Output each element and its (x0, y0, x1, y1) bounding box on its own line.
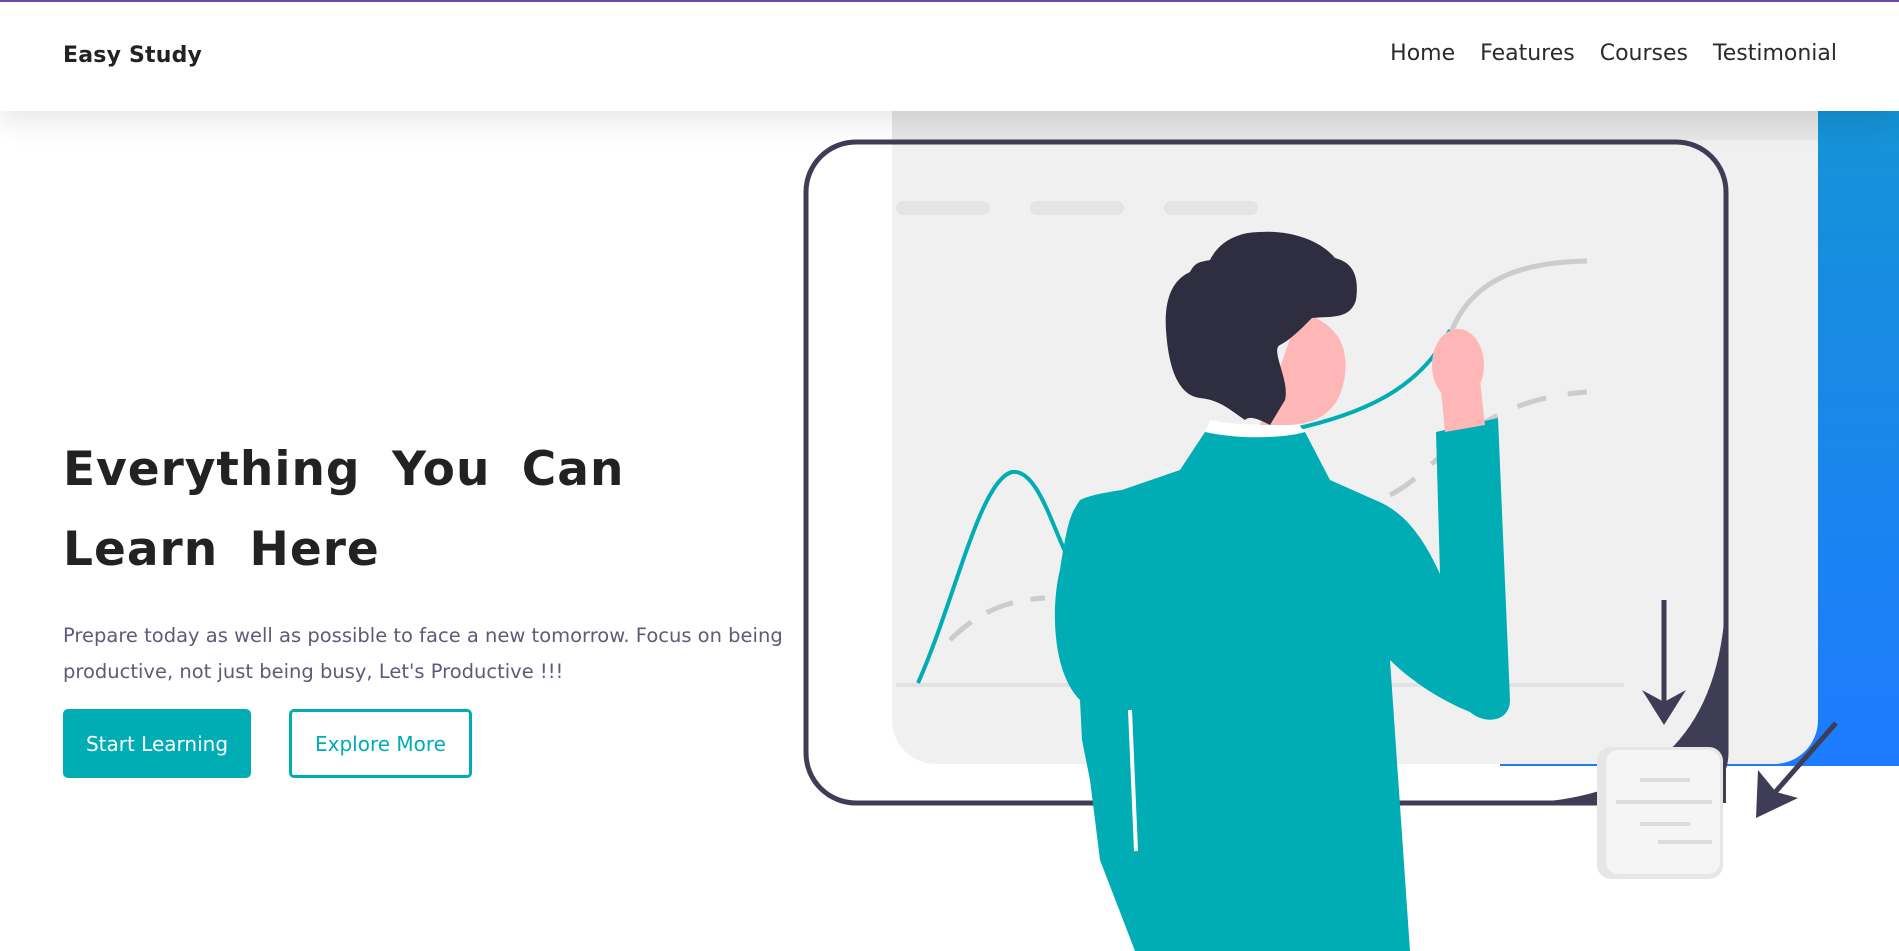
start-learning-button[interactable]: Start Learning (63, 709, 251, 778)
hero-section: Everything You Can Learn Here Prepare to… (63, 430, 823, 690)
hero-buttons: Start Learning Explore More (63, 709, 472, 778)
person-wrist (1440, 380, 1485, 432)
landing-page: Easy Study Home Features Courses Testimo… (0, 0, 1899, 951)
person-body (1054, 418, 1510, 951)
nav-link-features[interactable]: Features (1480, 41, 1575, 66)
main-nav: Home Features Courses Testimonial (1390, 41, 1837, 66)
hero-description: Prepare today as well as possible to fac… (63, 624, 783, 683)
placeholder-pill-1 (896, 201, 990, 215)
nav-link-testimonial[interactable]: Testimonial (1713, 41, 1837, 66)
nav-link-home[interactable]: Home (1390, 41, 1455, 66)
placeholder-pill-3 (1164, 201, 1258, 215)
placeholder-pill-2 (1030, 201, 1124, 215)
brand-logo[interactable]: Easy Study (63, 43, 202, 68)
diagonal-arrow-head (1756, 770, 1798, 818)
document-card (1606, 750, 1720, 874)
hero-title: Everything You Can Learn Here (63, 442, 625, 577)
navbar: Easy Study Home Features Courses Testimo… (0, 2, 1899, 111)
explore-more-button[interactable]: Explore More (289, 709, 472, 778)
nav-link-courses[interactable]: Courses (1600, 41, 1688, 66)
